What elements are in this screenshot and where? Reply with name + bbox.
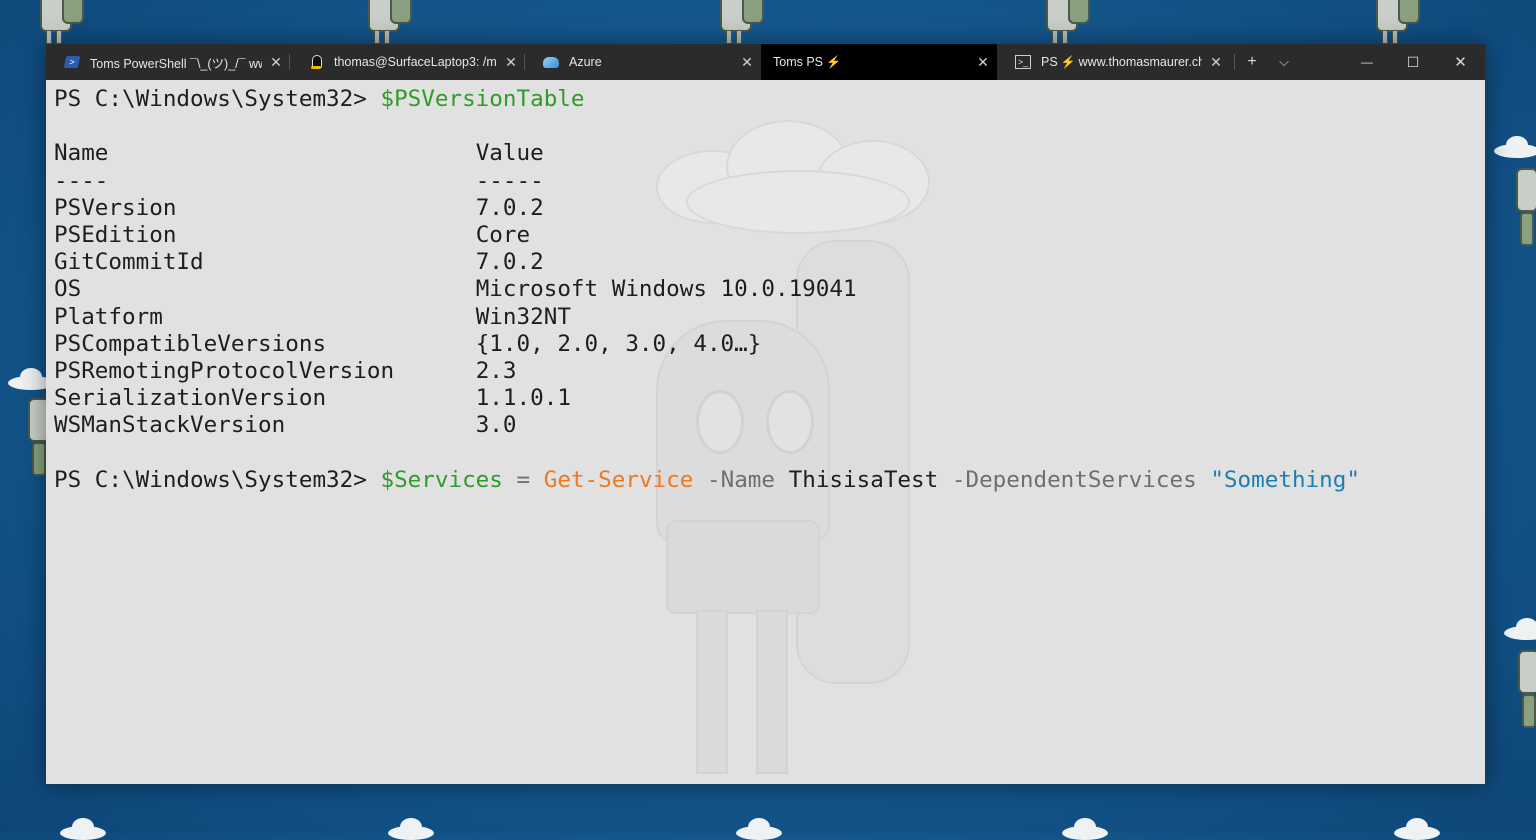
desktop-robot-decoration [28, 398, 50, 478]
new-tab-button[interactable]: + [1237, 44, 1267, 80]
table-row-value: 3.0 [475, 412, 517, 439]
tab-label: Toms PS ⚡ [773, 55, 969, 69]
tab-close-icon[interactable]: ✕ [969, 54, 997, 71]
tab-azure[interactable]: Azure ✕ [525, 44, 761, 80]
assignment-operator: = [516, 466, 531, 493]
string-argument: "Something" [1210, 466, 1360, 493]
desktop-cloud-decoration [1394, 818, 1440, 840]
lightning-icon: ⚡ [826, 55, 841, 69]
command-variable: $Services [380, 466, 503, 493]
tab-dropdown-button[interactable]: ⌵ [1269, 44, 1299, 80]
table-row-value: 2.3 [475, 358, 517, 385]
desktop-robot-decoration [1518, 650, 1536, 730]
close-button[interactable]: ✕ [1436, 44, 1485, 80]
terminal-icon: >_ [1015, 54, 1031, 70]
table-row-value: Microsoft Windows 10.0.19041 [475, 276, 857, 303]
table-row-value: {1.0, 2.0, 3.0, 4.0…} [475, 330, 762, 357]
tab-label: Toms PowerShell ¯\_(ツ)_/¯ ww [90, 56, 262, 71]
tab-toms-ps[interactable]: Toms PS ⚡ ✕ [761, 44, 997, 80]
desktop-robot-decoration [1516, 168, 1536, 248]
tab-label-text: Toms PS [773, 55, 824, 69]
desktop-robot-decoration [356, 0, 414, 44]
table-header-value: Value [475, 140, 544, 167]
tab-label-prefix: PS [1041, 55, 1058, 69]
tab-separator [1234, 54, 1235, 70]
maximize-button[interactable]: ☐ [1390, 44, 1436, 80]
desktop-robot-decoration [1364, 0, 1422, 44]
tab-close-icon[interactable]: ✕ [1202, 54, 1230, 71]
tab-toms-powershell[interactable]: > Toms PowerShell ¯\_(ツ)_/¯ ww ✕ [46, 44, 290, 80]
table-row-name: WSManStackVersion [54, 412, 286, 439]
command-variable: $PSVersionTable [380, 86, 585, 112]
table-row-name: PSVersion [54, 194, 177, 221]
table-row-name: GitCommitId [54, 249, 204, 276]
table-row-value: 7.0.2 [475, 249, 544, 276]
windows-terminal-window: > Toms PowerShell ¯\_(ツ)_/¯ ww ✕ thomas@… [46, 44, 1485, 784]
table-row-value: 7.0.2 [475, 194, 544, 221]
table-row-name: PSEdition [54, 222, 177, 249]
tab-thomas-surfacelaptop3[interactable]: thomas@SurfaceLaptop3: /mr ✕ [290, 44, 525, 80]
parameter-dependent-services: -DependentServices [951, 466, 1197, 493]
desktop-cloud-decoration [1494, 136, 1536, 158]
linux-tux-icon [308, 54, 324, 70]
desktop-robot-decoration [708, 0, 766, 44]
table-header-name: Name [54, 140, 109, 167]
tab-label-text: www.thomasmaurer.ch [1078, 55, 1202, 69]
table-row-name: PSRemotingProtocolVersion [54, 358, 395, 385]
tab-close-icon[interactable]: ✕ [262, 54, 290, 71]
console-output: PS C:\Windows\System32> $PSVersionTable … [54, 86, 1360, 494]
terminal-pane[interactable]: PS C:\Windows\System32> $PSVersionTable … [46, 80, 1485, 784]
desktop-cloud-decoration [736, 818, 782, 840]
azure-cloud-icon [543, 54, 559, 70]
desktop-robot-decoration [1034, 0, 1092, 44]
table-row-value: Core [475, 222, 531, 249]
table-row-value: 1.1.0.1 [475, 385, 571, 412]
desktop-cloud-decoration [60, 818, 106, 840]
desktop-robot-decoration [28, 0, 86, 44]
prompt: PS C:\Windows\System32> [54, 466, 381, 493]
desktop-cloud-decoration [1062, 818, 1108, 840]
minimize-button[interactable]: — [1344, 44, 1390, 80]
table-row-value: Win32NT [475, 303, 571, 330]
powershell-icon: > [63, 54, 81, 70]
table-underline-name: ---- [54, 167, 109, 194]
table-row-name: Platform [54, 303, 163, 330]
table-underline-value: ----- [475, 167, 544, 194]
prompt: PS C:\Windows\System32> [54, 86, 381, 112]
lightning-icon: ⚡ [1060, 55, 1076, 69]
tab-label: Azure [569, 55, 602, 69]
table-row-name: PSCompatibleVersions [54, 330, 327, 357]
cmdlet-name: Get-Service [543, 466, 694, 493]
parameter-name: -Name [706, 466, 775, 493]
tab-label: PS ⚡ www.thomasmaurer.ch [1041, 55, 1202, 69]
tab-ps-thomasmaurer[interactable]: >_ PS ⚡ www.thomasmaurer.ch ✕ [997, 44, 1230, 80]
table-row-name: SerializationVersion [54, 385, 327, 412]
tab-label: thomas@SurfaceLaptop3: /mr [334, 55, 497, 69]
table-row-name: OS [54, 276, 82, 303]
tab-bar[interactable]: > Toms PowerShell ¯\_(ツ)_/¯ ww ✕ thomas@… [46, 44, 1485, 80]
parameter-argument: ThisisaTest [788, 466, 939, 493]
tab-close-icon[interactable]: ✕ [497, 54, 525, 71]
desktop-cloud-decoration [1504, 618, 1536, 640]
desktop-cloud-decoration [388, 818, 434, 840]
tab-close-icon[interactable]: ✕ [733, 54, 761, 71]
